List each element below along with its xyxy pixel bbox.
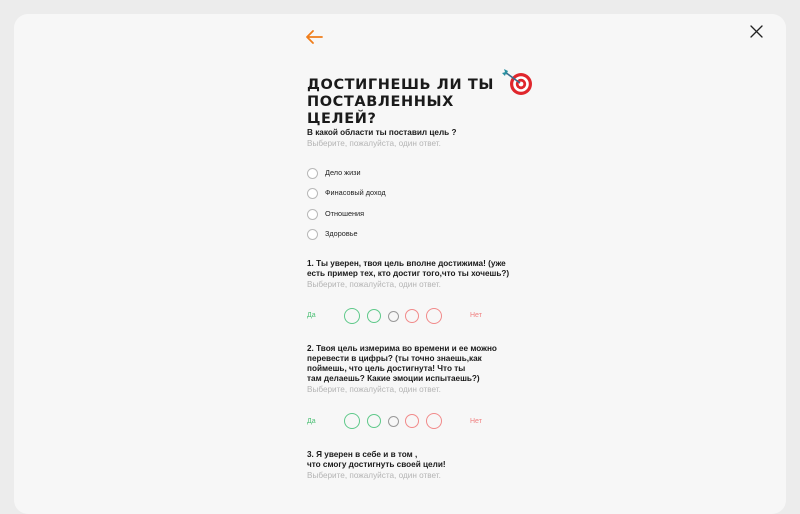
arrow-left-icon[interactable] [305, 29, 323, 45]
radio-icon[interactable] [307, 209, 318, 220]
scale-option-no[interactable] [405, 309, 419, 323]
option-label: Дело жизи [325, 168, 361, 177]
scale-option-yes[interactable] [367, 309, 381, 323]
question-3-hint: Выберите, пожалуйста, один ответ. [307, 471, 441, 480]
scale-option-strong-no[interactable] [426, 308, 442, 324]
question-1-hint: Выберите, пожалуйста, один ответ. [307, 280, 441, 289]
scale-option-no[interactable] [405, 414, 419, 428]
question-area-hint: Выберите, пожалуйста, один ответ. [307, 139, 441, 148]
scale-option-neutral[interactable] [388, 416, 399, 427]
scale-option-yes[interactable] [367, 414, 381, 428]
option-label: Финасовый доход [325, 188, 386, 197]
question-area: В какой области ты поставил цель ? [307, 128, 457, 137]
scale-no-label: Нет [470, 312, 482, 319]
radio-icon[interactable] [307, 229, 318, 240]
close-icon[interactable] [750, 25, 763, 38]
scale-yes-label: Да [307, 418, 316, 425]
scale-option-strong-yes[interactable] [344, 308, 360, 324]
radio-icon[interactable] [307, 188, 318, 199]
option-label: Отношения [325, 209, 365, 218]
option-label: Здоровье [325, 229, 358, 238]
scale-option-strong-no[interactable] [426, 413, 442, 429]
scale-no-label: Нет [470, 418, 482, 425]
question-2-hint: Выберите, пожалуйста, один ответ. [307, 385, 441, 394]
scale-option-strong-yes[interactable] [344, 413, 360, 429]
scale-option-neutral[interactable] [388, 311, 399, 322]
radio-icon[interactable] [307, 168, 318, 179]
target-icon [502, 69, 532, 95]
question-3: 3. Я уверен в себе и в том , что смогу д… [307, 450, 446, 469]
question-1: 1. Ты уверен, твоя цель вполне достижима… [307, 259, 510, 278]
question-2: 2. Твоя цель измерима во времени и ее мо… [307, 344, 497, 383]
scale-yes-label: Да [307, 312, 316, 319]
page-title: Достигнешь ли ты поставленных целей? [307, 77, 494, 127]
